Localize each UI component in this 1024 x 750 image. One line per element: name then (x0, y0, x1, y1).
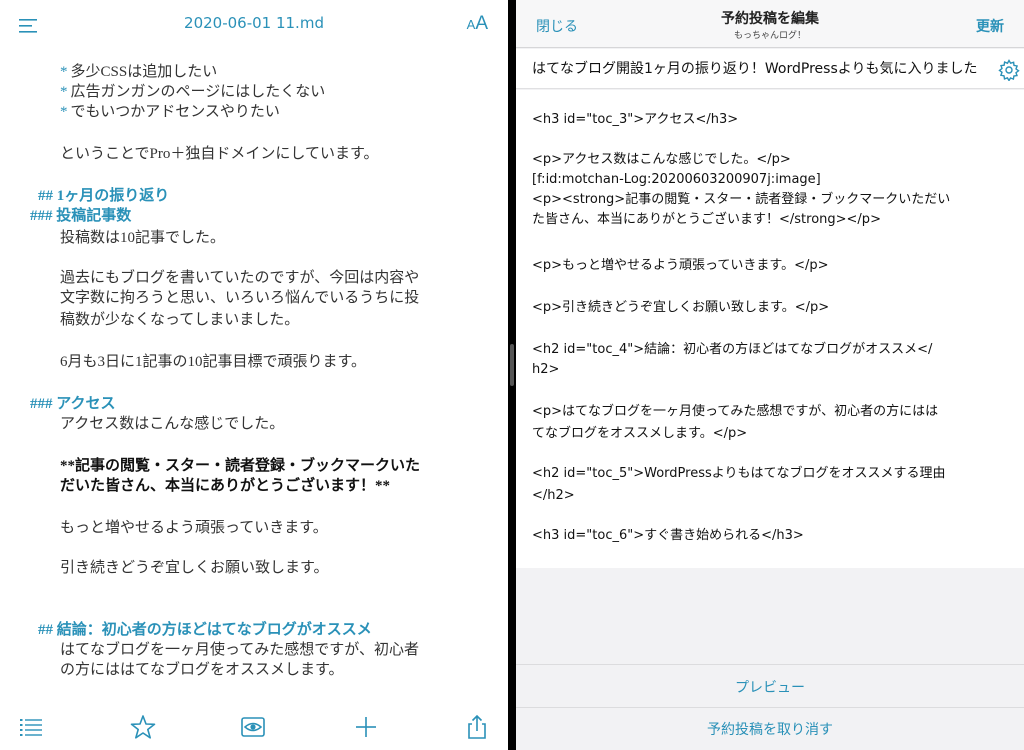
paragraph-line: もっと増やせるよう頑張っていきます。 (60, 520, 328, 536)
heading-h2: ## 結論：初心者の方ほどはてなブログがオススメ (38, 622, 372, 638)
paragraph-line: 投稿数は10記事でした。 (60, 230, 226, 246)
cancel-scheduled-post-button[interactable]: 予約投稿を取り消す (516, 719, 1024, 739)
font-size-icon[interactable]: AA (467, 14, 488, 33)
bullet-marker: * (60, 64, 68, 80)
eye-icon[interactable] (240, 714, 266, 740)
paragraph-line: 6月も3日に1記事の10記事目標で頑張ります。 (60, 354, 367, 370)
body-line: た皆さん、本当にありがとうございます！</strong></p> (532, 212, 881, 227)
list-item: * 広告ガンガンのページにはしたくない (60, 84, 326, 100)
split-view-grip[interactable] (510, 344, 514, 386)
bold-line: だいた皆さん、本当にありがとうございます！** (60, 478, 391, 494)
post-editor-nav-bar: 閉じる 予約投稿を編集 もっちゃんログ！ 更新 (516, 0, 1024, 48)
bullet-marker: * (60, 104, 68, 120)
paragraph-line: 稿数が少なくなってしまいました。 (60, 312, 300, 328)
bullet-marker: * (60, 84, 68, 100)
body-line: <p>はてなブログを一ヶ月使ってみた感想ですが、初心者の方にはは (532, 404, 939, 419)
list-icon[interactable] (18, 714, 44, 740)
post-title-field[interactable]: はてなブログ開設1ヶ月の振り返り！WordPressよりも気に入りました (532, 49, 994, 89)
heading-h3: ### 投稿記事数 (30, 208, 132, 224)
actions-divider (516, 707, 1024, 708)
paragraph-line: 文字数に拘ろうと思い、いろいろ悩んでいるうちに投 (60, 290, 420, 306)
body-line: てなブログをオススメします。</p> (532, 426, 748, 441)
body-line: <p>アクセス数はこんな感じでした。</p> (532, 152, 791, 167)
share-icon[interactable] (464, 714, 490, 740)
body-line: </h2> (532, 488, 575, 503)
body-line: <h2 id="toc_4">結論：初心者の方ほどはてなブログがオススメ</ (532, 342, 933, 357)
heading-h2: ## 1ヶ月の振り返り (38, 188, 170, 204)
document-title: 2020-06-01 11.md (184, 14, 324, 32)
body-line: <p><strong>記事の閲覧・スター・読者登録・ブックマークいただい (532, 192, 951, 207)
markdown-text-area[interactable]: * 多少CSSは追加したい * 広告ガンガンのページにはしたくない * でもいつかアド… (0, 58, 508, 698)
body-line: <h3 id="toc_6">すぐ書き始められる</h3> (532, 528, 804, 543)
list-item: * でもいつかアドセンスやりたい (60, 104, 280, 120)
preview-button[interactable]: プレビュー (516, 677, 1024, 697)
paragraph-line: アクセス数はこんな感じでした。 (60, 416, 285, 432)
body-line: <h2 id="toc_5">WordPressよりもはてなブログをオススメする… (532, 466, 946, 481)
font-size-small-glyph: A (466, 17, 476, 32)
list-item: * 多少CSSは追加したい (60, 64, 218, 80)
paragraph-line: の方にははてなブログをオススメします。 (60, 662, 344, 678)
body-line: [f:id:motchan-Log:20200603200907j:image] (532, 172, 821, 187)
body-line: <p>もっと増やせるよう頑張っていきます。</p> (532, 258, 829, 273)
editor-top-bar: 2020-06-01 11.md AA (0, 0, 508, 52)
paragraph-line: はてなブログを一ヶ月使ってみた感想ですが、初心者 (60, 642, 419, 658)
nav-subtitle: もっちゃんログ！ (733, 31, 806, 41)
paragraph-line: ということでPro＋独自ドメインにしています。 (60, 146, 379, 162)
star-icon[interactable] (130, 714, 156, 740)
markdown-editor-pane: 2020-06-01 11.md AA * 多少CSSは追加したい * 広告ガンガン… (0, 0, 508, 750)
update-button[interactable]: 更新 (976, 16, 1004, 36)
bold-line: **記事の閲覧・スター・読者登録・ブックマークいた (60, 458, 421, 474)
heading-h3: ### アクセス (30, 396, 116, 412)
post-editor-pane: 閉じる 予約投稿を編集 もっちゃんログ！ 更新 はてなブログ開設1ヶ月の振り返り… (516, 0, 1024, 750)
paragraph-line: 過去にもブログを書いていたのですが、今回は内容や (60, 270, 420, 286)
post-body-textarea[interactable]: <h3 id="toc_3">アクセス</h3> <p>アクセス数はこんな感じで… (516, 90, 1024, 568)
body-line: <p>引き続きどうぞ宜しくお願い致します。</p> (532, 300, 830, 315)
plus-icon[interactable] (353, 714, 379, 740)
gear-icon[interactable] (998, 59, 1020, 81)
paragraph-line: 引き続きどうぞ宜しくお願い致します。 (60, 560, 329, 576)
font-size-big-glyph: A (475, 13, 488, 34)
body-line: h2> (532, 362, 560, 377)
editor-toolbar (0, 702, 508, 750)
nav-title: 予約投稿を編集 (721, 11, 819, 27)
body-line: <h3 id="toc_3">アクセス</h3> (532, 112, 739, 127)
post-actions-panel: プレビュー 予約投稿を取り消す (516, 664, 1024, 750)
post-title-row: はてなブログ開設1ヶ月の振り返り！WordPressよりも気に入りました (516, 49, 1024, 89)
split-view-divider[interactable] (508, 0, 516, 750)
